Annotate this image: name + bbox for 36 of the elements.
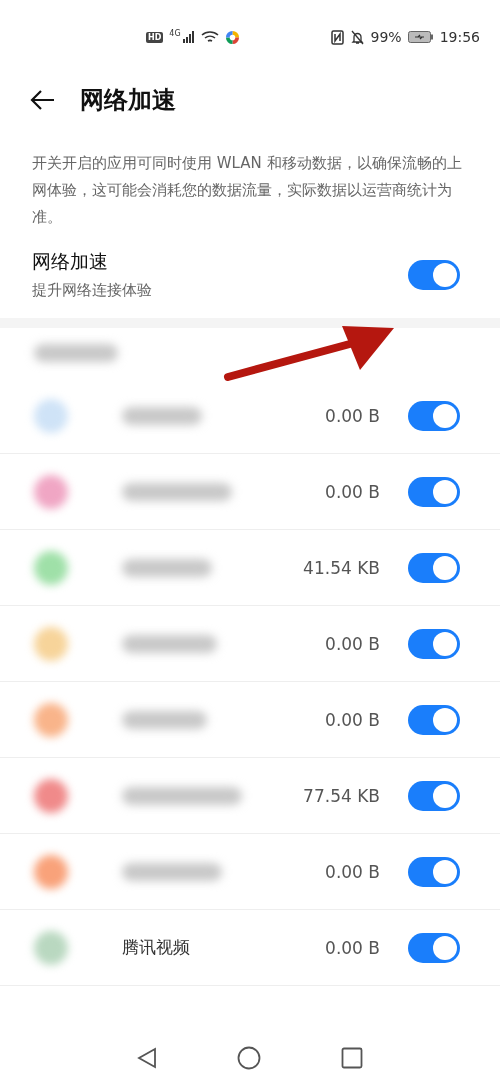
toggle-switch[interactable]	[408, 476, 460, 507]
toggle-switch[interactable]	[408, 856, 460, 887]
toggle-switch[interactable]	[408, 780, 460, 811]
data-usage: 0.00 B	[325, 709, 380, 730]
wifi-icon	[200, 30, 219, 44]
data-usage: 0.00 B	[325, 481, 380, 502]
toggle-switch[interactable]	[408, 704, 460, 735]
data-usage: 0.00 B	[325, 861, 380, 882]
signal-icon	[182, 31, 195, 43]
toggle-switch[interactable]	[408, 628, 460, 659]
nfc-icon	[330, 29, 344, 45]
setting-subtitle: 提升网络连接体验	[32, 281, 153, 300]
toggle-switch[interactable]	[408, 552, 460, 583]
data-usage: 0.00 B	[325, 937, 380, 958]
network-label: 4G	[169, 28, 181, 38]
toggle-switch[interactable]	[408, 259, 460, 290]
toggle-switch[interactable]	[408, 400, 460, 431]
app-name: 腾讯视频	[121, 936, 191, 959]
toggle-switch[interactable]	[408, 932, 460, 963]
data-usage: 0.00 B	[325, 633, 380, 654]
battery-icon	[407, 31, 434, 43]
bell-muted-icon	[349, 29, 365, 45]
data-usage: 0.00 B	[325, 405, 380, 426]
back-icon[interactable]	[137, 1047, 157, 1069]
app-icon	[224, 29, 240, 45]
clock: 19:56	[439, 29, 480, 45]
recents-icon[interactable]	[341, 1047, 363, 1069]
battery-percent: 99%	[370, 29, 402, 45]
hd-label: HD	[146, 31, 164, 43]
setting-title: 网络加速	[32, 249, 109, 274]
data-usage: 41.54 KB	[303, 557, 380, 578]
description-text: 开关开启的应用可同时使用 WLAN 和移动数据，以确保流畅的上网体验，这可能会消耗您的数据流量，实际数据以运营商统计为准。	[31, 153, 463, 228]
back-arrow-icon[interactable]	[30, 89, 56, 111]
data-usage: 77.54 KB	[303, 785, 380, 806]
page-title: 网络加速	[80, 85, 176, 116]
home-icon[interactable]	[237, 1046, 261, 1070]
